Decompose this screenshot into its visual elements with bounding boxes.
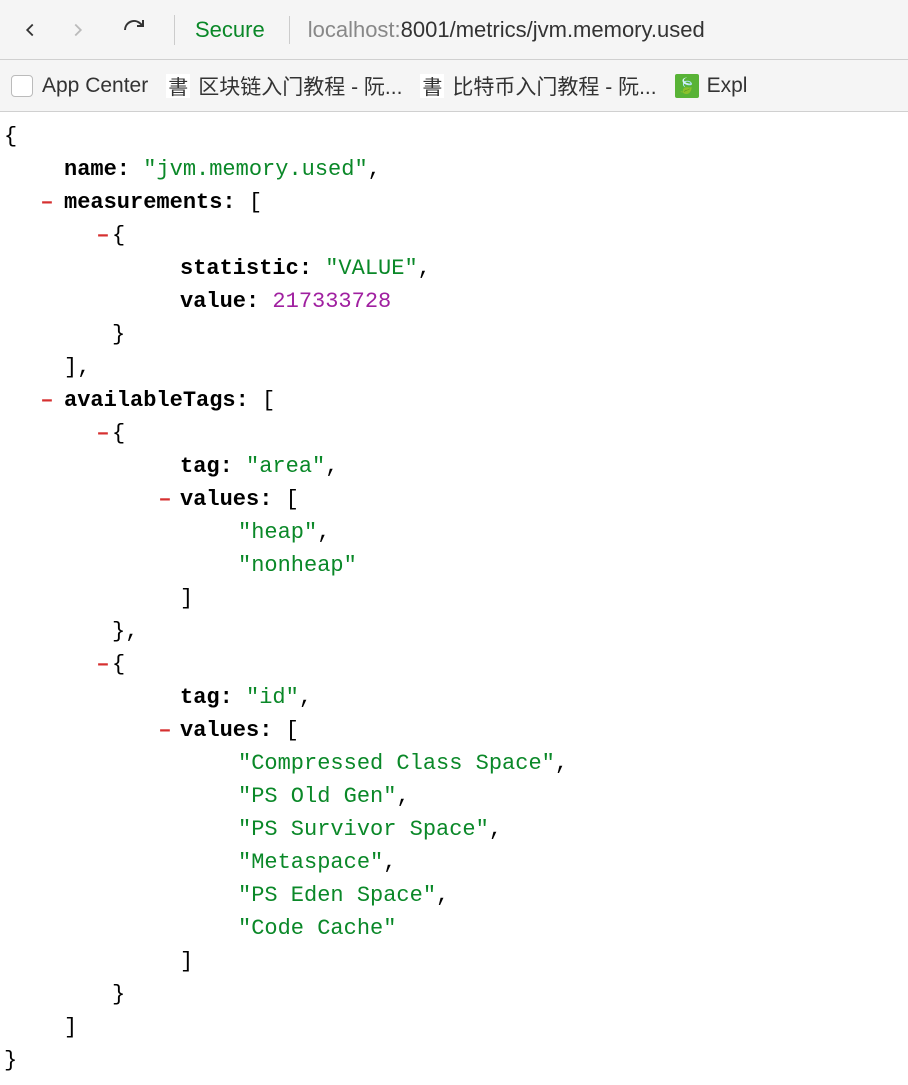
bookmark-bitcoin[interactable]: 書 比特币入门教程 - 阮... — [420, 71, 656, 101]
json-str: "Code Cache" — [238, 916, 396, 941]
json-str: "heap" — [238, 520, 317, 545]
json-str: "PS Eden Space" — [238, 883, 436, 908]
book-icon: 書 — [420, 74, 444, 98]
collapse-toggle[interactable]: – — [96, 219, 110, 252]
collapse-toggle[interactable]: – — [40, 186, 54, 219]
json-str: "Compressed Class Space" — [238, 751, 555, 776]
json-str: "id" — [246, 685, 299, 710]
json-str: "nonheap" — [238, 553, 357, 578]
json-key-availabletags: availableTags: — [64, 388, 249, 413]
collapse-toggle[interactable]: – — [96, 648, 110, 681]
url-divider — [289, 16, 290, 44]
secure-label: Secure — [195, 17, 265, 43]
browser-toolbar: Secure localhost:8001/metrics/jvm.memory… — [0, 0, 908, 60]
collapse-toggle[interactable]: – — [158, 714, 172, 747]
json-key-values: values: — [180, 718, 272, 743]
bookmark-blockchain[interactable]: 書 区块链入门教程 - 阮... — [166, 71, 402, 101]
collapse-toggle[interactable]: – — [40, 384, 54, 417]
json-key-statistic: statistic: — [180, 256, 312, 281]
url-path: 8001/metrics/jvm.memory.used — [401, 17, 705, 42]
refresh-button[interactable] — [114, 10, 154, 50]
json-key-values: values: — [180, 487, 272, 512]
json-str: "VALUE" — [325, 256, 417, 281]
json-key-tag: tag: — [180, 685, 233, 710]
json-key-name: name: — [64, 157, 130, 182]
url-host: localhost: — [308, 17, 401, 42]
json-str: "PS Survivor Space" — [238, 817, 489, 842]
bookmark-label: App Center — [42, 74, 148, 98]
json-key-measurements: measurements: — [64, 190, 236, 215]
bookmark-label: Expl — [707, 74, 748, 98]
bookmark-app-center[interactable]: App Center — [10, 74, 148, 98]
book-icon: 書 — [166, 74, 190, 98]
toolbar-divider — [174, 15, 175, 45]
json-number: 217333728 — [272, 289, 391, 314]
json-key-value: value: — [180, 289, 259, 314]
url-display[interactable]: localhost:8001/metrics/jvm.memory.used — [308, 17, 705, 43]
json-str: "Metaspace" — [238, 850, 383, 875]
json-viewer: { name: "jvm.memory.used", –measurements… — [0, 112, 908, 1085]
bookmark-expl[interactable]: 🍃 Expl — [675, 74, 748, 98]
json-str: "area" — [246, 454, 325, 479]
json-brace: { — [4, 124, 17, 149]
json-str: "jvm.memory.used" — [143, 157, 367, 182]
forward-button[interactable] — [58, 10, 98, 50]
json-str: "PS Old Gen" — [238, 784, 396, 809]
back-button[interactable] — [10, 10, 50, 50]
spring-icon: 🍃 — [675, 74, 699, 98]
bookmarks-bar: App Center 書 区块链入门教程 - 阮... 書 比特币入门教程 - … — [0, 60, 908, 112]
json-brace: } — [4, 1048, 17, 1073]
collapse-toggle[interactable]: – — [96, 417, 110, 450]
collapse-toggle[interactable]: – — [158, 483, 172, 516]
bookmark-label: 区块链入门教程 - 阮... — [198, 71, 402, 101]
bookmark-label: 比特币入门教程 - 阮... — [452, 71, 656, 101]
folder-icon — [10, 74, 34, 98]
json-key-tag: tag: — [180, 454, 233, 479]
